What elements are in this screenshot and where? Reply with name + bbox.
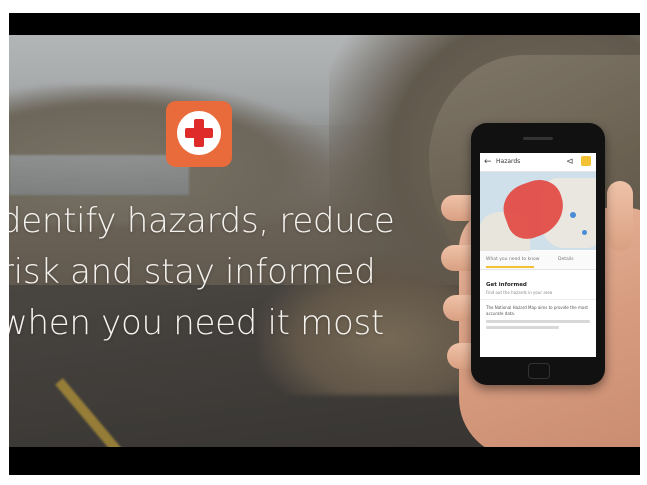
tagline-line-1: dentify hazards, reduce — [9, 201, 395, 241]
tagline: dentify hazards, reduce risk and stay in… — [9, 196, 440, 349]
tagline-line-3: when you need it most — [9, 303, 384, 343]
phone-screen: ← Hazards ⊲ What you need to know Detail… — [480, 153, 596, 357]
app-bar: ← Hazards ⊲ — [480, 153, 596, 172]
app-title: Hazards — [496, 158, 521, 165]
letterbox-bottom — [9, 447, 640, 475]
video-player[interactable]: dentify hazards, reduce risk and stay in… — [9, 13, 640, 475]
tab-details[interactable]: Details — [558, 256, 574, 264]
card-body: The National Hazard Map aims to provide … — [486, 305, 590, 332]
arrow-left-icon[interactable]: ← — [484, 156, 492, 168]
card-title: Get informed — [486, 282, 527, 288]
smartphone: ← Hazards ⊲ What you need to know Detail… — [471, 123, 605, 385]
red-cross-icon — [166, 101, 232, 167]
phone-speaker — [523, 137, 553, 140]
text-placeholder — [486, 320, 590, 323]
share-icon[interactable]: ⊲ — [566, 156, 574, 168]
text-placeholder — [486, 326, 559, 329]
cross-horizontal — [185, 128, 213, 138]
thumb — [607, 181, 633, 251]
card-body-text: The National Hazard Map aims to provide … — [486, 305, 588, 316]
hazard-map[interactable] — [480, 172, 596, 252]
tab-indicator — [486, 266, 534, 268]
logo-circle — [177, 111, 221, 155]
divider — [480, 299, 596, 300]
map-pin-icon[interactable] — [582, 230, 587, 235]
tab-bar: What you need to know Details — [480, 251, 596, 270]
tab-what-you-need-to-know[interactable]: What you need to know — [486, 256, 539, 264]
map-pin-icon[interactable] — [570, 212, 576, 218]
page-frame: dentify hazards, reduce risk and stay in… — [0, 0, 647, 485]
flag-icon[interactable] — [581, 156, 591, 166]
tagline-line-2: risk and stay informed — [9, 252, 376, 292]
letterbox-top — [9, 13, 640, 35]
card-subtitle: Find out the hazards in your area — [486, 290, 553, 295]
home-button[interactable] — [528, 363, 550, 379]
